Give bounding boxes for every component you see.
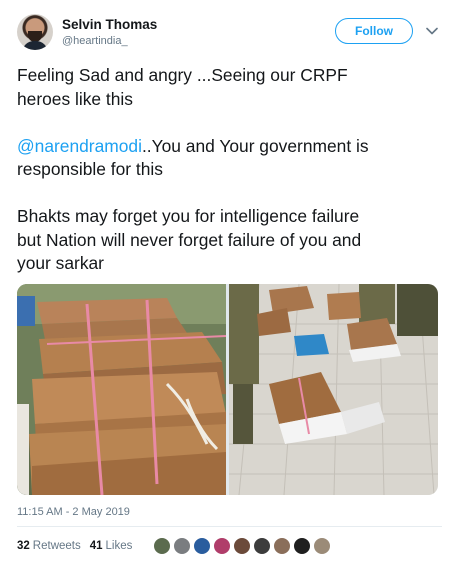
liker-avatar[interactable] bbox=[153, 537, 172, 555]
user-name[interactable]: Selvin Thomas bbox=[62, 17, 157, 32]
liker-avatar[interactable] bbox=[313, 537, 332, 555]
liker-avatar[interactable] bbox=[233, 537, 252, 555]
retweets-stat[interactable]: 32 Retweets bbox=[17, 540, 81, 552]
tweet-text: Feeling Sad and angry ...Seeing our CRPF… bbox=[17, 64, 442, 276]
tweet-timestamp[interactable]: 11:15 AM - 2 May 2019 bbox=[17, 506, 130, 518]
tweet-line: your sarkar bbox=[17, 253, 104, 273]
tweet-paragraph-3: Bhakts may forget you for intelligence f… bbox=[17, 205, 442, 276]
follow-button[interactable]: Follow bbox=[335, 18, 413, 44]
mention-link[interactable]: @narendramodi bbox=[17, 136, 142, 156]
liker-avatar[interactable] bbox=[253, 537, 272, 555]
user-handle[interactable]: @heartindia_ bbox=[62, 35, 128, 47]
photo-left[interactable] bbox=[17, 284, 226, 495]
likes-stat[interactable]: 41 Likes bbox=[90, 540, 133, 552]
avatar-shirt bbox=[22, 41, 48, 50]
likes-count: 41 bbox=[89, 540, 103, 552]
chevron-down-icon[interactable] bbox=[424, 23, 440, 39]
tweet-line: ..You and Your government is bbox=[141, 135, 369, 156]
liker-avatar[interactable] bbox=[293, 537, 312, 555]
retweets-count: 32 bbox=[17, 540, 30, 552]
liker-avatar[interactable] bbox=[193, 537, 212, 555]
likes-label: Likes bbox=[105, 540, 133, 552]
liker-avatar[interactable] bbox=[173, 537, 192, 555]
avatar[interactable] bbox=[17, 14, 53, 50]
tweet-paragraph-2: @narendramodi..You and Your government i… bbox=[17, 135, 442, 182]
tweet-line: heroes like this bbox=[17, 88, 133, 109]
tweet-line: responsible for this bbox=[17, 159, 163, 179]
photo-right[interactable] bbox=[229, 284, 438, 495]
tweet-line: but Nation will never forget failure of … bbox=[17, 229, 362, 250]
tweet-line: Feeling Sad and angry ...Seeing our CRPF bbox=[17, 65, 348, 85]
tweet-header: Selvin Thomas @heartindia_ Follow bbox=[17, 14, 442, 54]
divider bbox=[17, 526, 442, 527]
retweets-label: Retweets bbox=[32, 540, 81, 552]
engagement-stats: 32 Retweets 41 Likes bbox=[17, 536, 442, 556]
tweet-line: Bhakts may forget you for intelligence f… bbox=[17, 206, 360, 226]
tweet-card: Selvin Thomas @heartindia_ Follow Feelin… bbox=[0, 0, 458, 562]
liker-avatar[interactable] bbox=[273, 537, 292, 555]
tweet-paragraph-1: Feeling Sad and angry ...Seeing our CRPF… bbox=[17, 64, 442, 111]
liker-avatars bbox=[153, 537, 333, 555]
media-gallery bbox=[17, 284, 438, 495]
liker-avatar[interactable] bbox=[213, 537, 232, 555]
